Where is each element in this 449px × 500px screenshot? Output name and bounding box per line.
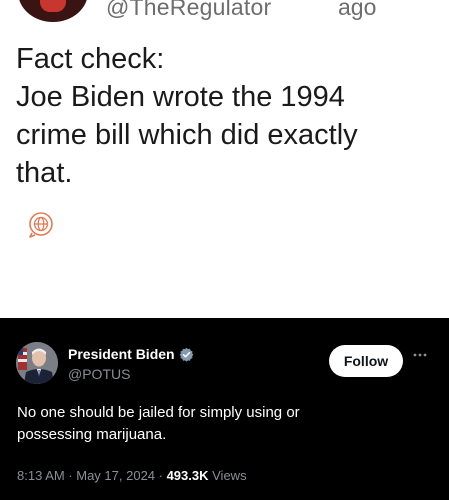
quoted-timestamp[interactable]: 8:13 AM · May 17, 2024 ·: [17, 468, 167, 483]
quoted-author-name[interactable]: President Biden: [68, 346, 175, 362]
post-time: ago: [338, 0, 377, 20]
more-dots-icon[interactable]: [412, 352, 428, 358]
quoted-tweet-text: No one should be jailed for simply using…: [17, 402, 437, 446]
post-text-line: that.: [16, 157, 73, 189]
avatar-emblem: [40, 0, 66, 12]
potus-avatar-image: [16, 342, 58, 384]
follow-button[interactable]: Follow: [329, 345, 403, 377]
post-text: Fact check: Joe Biden wrote the 1994 cri…: [16, 40, 436, 192]
author-handle[interactable]: @TheRegulator: [106, 0, 271, 21]
post-card: @TheRegulator ago Fact check: Joe Biden …: [0, 0, 449, 318]
post-text-line: Joe Biden wrote the 1994: [16, 81, 345, 113]
views-label: Views: [212, 468, 247, 483]
potus-avatar[interactable]: [16, 342, 58, 384]
quoted-text-line: possessing marijuana.: [17, 426, 167, 443]
quoted-author-handle[interactable]: @POTUS: [68, 366, 130, 382]
quoted-tweet-meta: 8:13 AM · May 17, 2024 · 493.3K Views: [17, 468, 247, 483]
post-text-line: Fact check:: [16, 43, 165, 75]
quoted-author: President Biden: [68, 346, 194, 362]
quoted-text-line: No one should be jailed for simply using…: [17, 404, 300, 421]
quoted-tweet[interactable]: President Biden @POTUS Follow No one sho…: [0, 318, 449, 500]
globe-icon[interactable]: [26, 209, 56, 239]
verified-badge-icon: [179, 347, 193, 362]
views-count: 493.3K: [166, 468, 209, 483]
avatar[interactable]: [18, 0, 88, 22]
post-text-line: crime bill which did exactly: [16, 119, 358, 151]
